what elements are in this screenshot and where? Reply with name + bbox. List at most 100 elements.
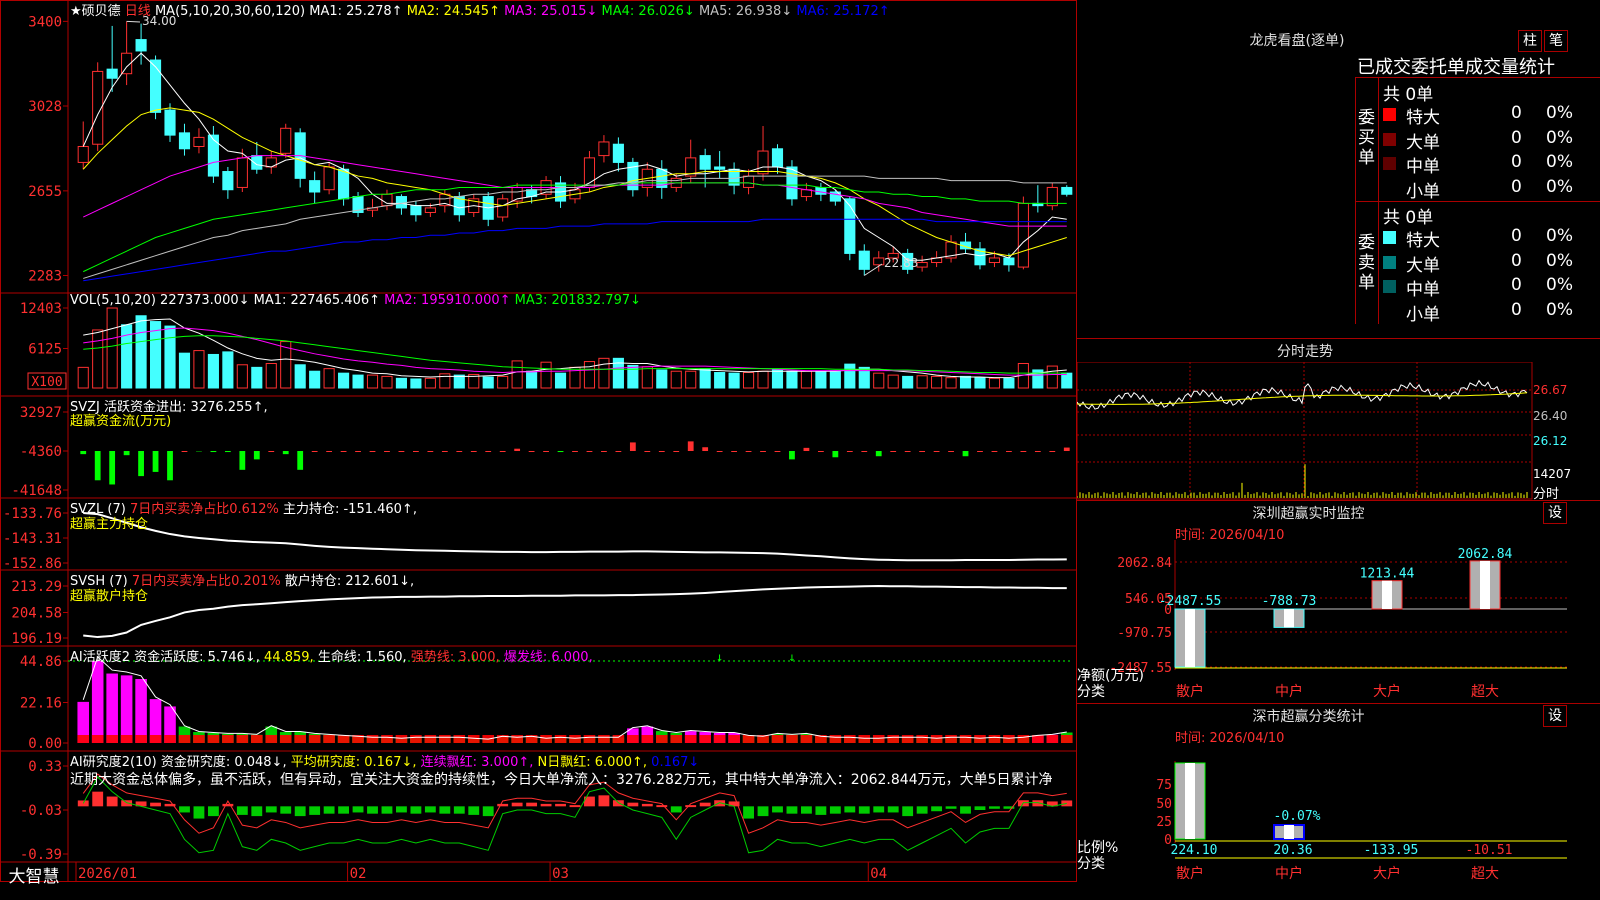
candle-body: [988, 257, 1001, 264]
ai-research-name[interactable]: AI研究度2(10): [70, 755, 157, 770]
buy-total: 共 0单: [1383, 85, 1434, 105]
volume-value: 227373.000↓: [160, 293, 250, 308]
order-color-swatch: [1383, 157, 1396, 170]
ai-research-bar: [974, 806, 986, 810]
candle-body: [236, 157, 248, 188]
ai-active-bar: [106, 673, 118, 743]
monitor-value-label: -788.73: [1262, 594, 1317, 609]
volume-bar: [410, 378, 422, 389]
svzl-axis-tick-label: -152.86: [3, 556, 62, 572]
category-bottom-value: 20.36: [1273, 843, 1312, 858]
svzj-subtitle: 超赢资金流(万元): [70, 414, 172, 429]
ai-research-bar: [265, 806, 277, 813]
svzj-bar: [456, 450, 463, 452]
ai-research-bar: [931, 806, 943, 812]
monitor-category-label: 大户: [1373, 683, 1401, 700]
volume-bar: [728, 372, 740, 389]
order-count: 0: [1511, 299, 1522, 320]
candle-body: [207, 134, 219, 177]
volume-bar: [352, 374, 364, 389]
stock-name[interactable]: ★硕贝德: [70, 4, 121, 19]
monitor-bar-highlight: [1480, 560, 1490, 609]
ai-research-bar: [236, 806, 248, 815]
candle-body: [149, 59, 162, 113]
ai-research-bar: [989, 806, 1000, 809]
candle-body: [135, 39, 147, 52]
svzj-bar: [803, 447, 810, 451]
candle-body: [164, 109, 176, 136]
ai-active-base: [1060, 735, 1073, 743]
ai-active-base: [670, 735, 683, 743]
tab-bar-chart[interactable]: 柱: [1518, 30, 1542, 52]
svsh-ratio: 7日内买卖净占比0.201%: [131, 574, 281, 589]
ai-research-bar: [598, 795, 610, 807]
sell-group-label: 委卖单: [1358, 233, 1375, 293]
ai-research-bar: [106, 796, 118, 807]
sz-category-chart[interactable]: 7550250-0.07%224.10 20.36 -133.95 -10.51比例%…: [1077, 743, 1600, 900]
ai-active-base: [945, 735, 957, 743]
order-size-label: 小单: [1406, 304, 1440, 325]
svzj-bar: [369, 450, 376, 452]
order-count: 0: [1511, 127, 1522, 148]
ai-active-base: [916, 735, 928, 743]
volume-label[interactable]: VOL(5,10,20): [70, 293, 156, 308]
volume-bar: [786, 370, 798, 389]
sz-category-settings-button[interactable]: 设: [1543, 705, 1567, 727]
candle-body: [178, 132, 191, 150]
volume-bar: [656, 369, 668, 389]
monitor-value-label: -2487.55: [1159, 594, 1222, 609]
category-bar-highlight: [1284, 825, 1294, 839]
main-chart-area[interactable]: 3400 3028 2655 2283 12403 6125 X100 32927 -4360 -…: [0, 0, 1077, 882]
tab-pen[interactable]: 笔: [1544, 30, 1568, 52]
svzj-bar: [268, 450, 275, 452]
sz-category-border: [1077, 703, 1600, 704]
svzj-bar: [948, 450, 954, 452]
brand-logo[interactable]: 大智慧: [0, 862, 68, 887]
svzj-bar: [1020, 450, 1027, 452]
order-pct: 0%: [1546, 226, 1573, 246]
svzj-bar: [716, 450, 723, 452]
order-size-label: 大单: [1406, 132, 1440, 153]
volume-bar: [685, 370, 697, 389]
monitor-bar-highlight: [1284, 609, 1294, 628]
volume-axis-tick-label: 12403: [20, 301, 62, 317]
volume-bar: [424, 377, 436, 389]
sz-monitor-settings-button[interactable]: 设: [1543, 502, 1567, 524]
ai-active-name[interactable]: AI活跃度2: [70, 650, 130, 665]
ai-research-bar: [960, 806, 971, 814]
intraday-vol-tick: 14207: [1533, 467, 1572, 481]
category-axis-label: 比例%: [1077, 840, 1118, 856]
order-count: 0: [1511, 226, 1522, 246]
svzj-bar: [528, 450, 535, 452]
ai-research-value: 资金研究度: 0.048↓,: [160, 755, 287, 770]
price-ma6-line: [83, 218, 1067, 282]
ai-active-base: [337, 735, 350, 743]
ai-research-bar: [815, 806, 827, 815]
svzj-bar: [253, 450, 260, 460]
ai-active-base: [713, 735, 726, 743]
intraday-chart[interactable]: [1077, 362, 1600, 500]
svsh-axis-tick-label: 204.58: [11, 605, 62, 621]
ai-active-base: [511, 735, 523, 743]
x-axis-label: 02: [350, 866, 367, 882]
ai-active-base: [844, 735, 856, 743]
ai-research-bar: [179, 806, 190, 813]
svzj-bar: [629, 442, 636, 451]
order-pct: 0%: [1546, 127, 1573, 148]
sz-monitor-chart[interactable]: 2062.84546.050-970.75-2487.55-2487.55 -78…: [1077, 540, 1600, 702]
ai-active-base: [453, 735, 466, 743]
vol-ma3: MA3: 201832.797↓: [514, 293, 642, 308]
svzj-bar: [441, 450, 448, 452]
candle-body: [381, 193, 393, 207]
category-bar-1: [1273, 824, 1305, 840]
intraday-tick-3: 26.12: [1533, 434, 1568, 448]
vol-ma1: MA1: 227465.406↑: [253, 293, 381, 308]
ai-active-base: [91, 735, 104, 743]
svzj-bar: [774, 450, 781, 452]
dragon-tiger-title: 龙虎看盘(逐单): [1249, 33, 1345, 49]
volume-bar: [497, 375, 509, 389]
svzj-bar: [933, 450, 940, 452]
candle-body: [106, 68, 118, 79]
svzj-bar: [745, 450, 752, 452]
ai-research-bar: [468, 806, 480, 815]
